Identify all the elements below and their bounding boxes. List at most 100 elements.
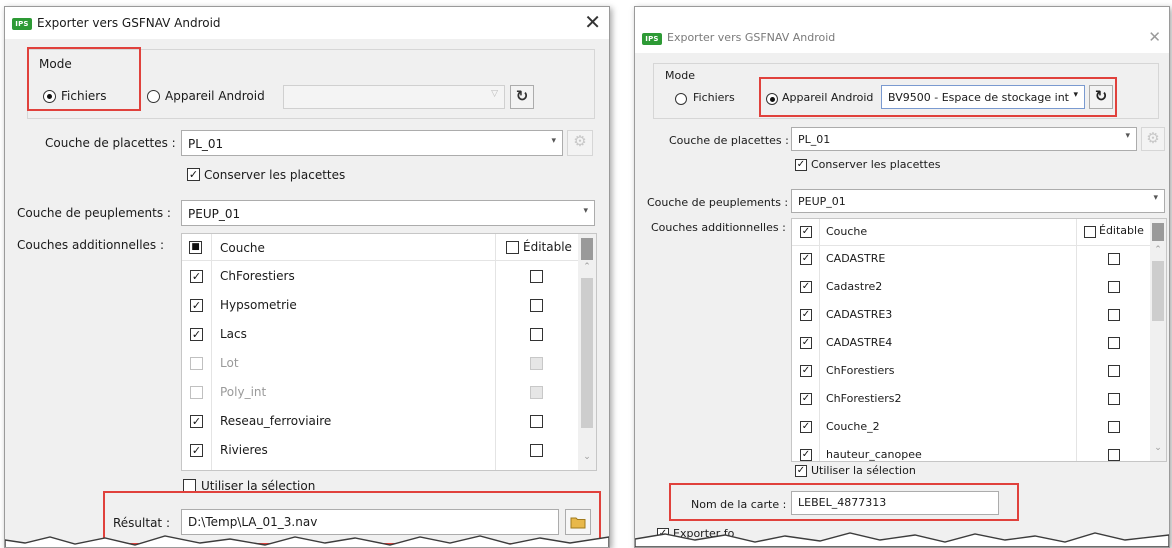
android-radio[interactable] bbox=[766, 93, 778, 105]
map-name-value: LEBEL_4877313 bbox=[798, 496, 887, 509]
placettes-select[interactable]: PL_01 ▾ bbox=[181, 130, 563, 156]
scroll-down-icon[interactable]: ⌄ bbox=[1150, 443, 1166, 453]
files-radio-label[interactable]: Fichiers bbox=[693, 91, 735, 104]
row-checkbox[interactable]: ✓ bbox=[800, 337, 812, 349]
row-checkbox[interactable]: ✓ bbox=[190, 299, 203, 312]
table-row[interactable]: ✓ ChForestiers bbox=[182, 262, 576, 290]
table-row[interactable]: ✓ CADASTRE bbox=[792, 245, 1148, 273]
vertical-scrollbar[interactable]: ⌃ ⌄ bbox=[1150, 219, 1166, 461]
scroll-down-icon[interactable]: ⌄ bbox=[578, 452, 596, 462]
result-path-input[interactable]: D:\Temp\LA_01_3.nav bbox=[181, 509, 559, 535]
row-editable-checkbox[interactable] bbox=[1108, 337, 1120, 349]
keep-placettes-label[interactable]: Conserver les placettes bbox=[811, 158, 940, 171]
map-name-input[interactable]: LEBEL_4877313 bbox=[791, 491, 999, 515]
close-icon[interactable]: ✕ bbox=[584, 11, 601, 33]
peuplements-select[interactable]: PEUP_01 ▾ bbox=[791, 189, 1165, 213]
row-checkbox[interactable]: ✓ bbox=[800, 253, 812, 265]
device-select[interactable]: ▽ bbox=[283, 85, 505, 109]
column-header-layer[interactable]: Couche bbox=[220, 241, 265, 255]
refresh-button[interactable]: ↻ bbox=[1089, 85, 1113, 109]
table-row[interactable]: ✓ hauteur_canopee bbox=[792, 441, 1148, 461]
map-name-label: Nom de la carte : bbox=[691, 498, 787, 511]
row-checkbox[interactable]: ✓ bbox=[800, 393, 812, 405]
row-checkbox[interactable]: ✓ bbox=[190, 270, 203, 283]
title-bar-bg bbox=[635, 7, 1169, 53]
scrollbar-thumb[interactable] bbox=[1152, 223, 1164, 241]
row-editable-checkbox[interactable] bbox=[530, 328, 543, 341]
row-checkbox[interactable] bbox=[190, 386, 203, 399]
table-row[interactable]: ✓ Rivieres bbox=[182, 436, 576, 464]
row-editable-checkbox[interactable] bbox=[1108, 309, 1120, 321]
table-row[interactable]: ✓ Couche_2 bbox=[792, 413, 1148, 441]
row-editable-checkbox[interactable] bbox=[530, 270, 543, 283]
refresh-button[interactable]: ↻ bbox=[510, 85, 534, 109]
row-checkbox[interactable]: ✓ bbox=[800, 365, 812, 377]
additional-layers-label: Couches additionnelles : bbox=[17, 238, 165, 252]
layer-settings-button[interactable]: ⚙ bbox=[567, 130, 593, 156]
layer-settings-button[interactable]: ⚙ bbox=[1141, 127, 1165, 151]
row-editable-checkbox[interactable] bbox=[1108, 449, 1120, 461]
close-icon[interactable]: ✕ bbox=[1148, 28, 1161, 46]
row-editable-checkbox[interactable] bbox=[530, 357, 543, 370]
files-radio[interactable] bbox=[43, 90, 56, 103]
table-row[interactable]: ✓ Cadastre2 bbox=[792, 273, 1148, 301]
scrollbar-thumb[interactable] bbox=[1152, 261, 1164, 321]
row-editable-checkbox[interactable] bbox=[1108, 281, 1120, 293]
placettes-select[interactable]: PL_01 ▾ bbox=[791, 127, 1137, 151]
table-row[interactable]: Lot bbox=[182, 349, 576, 377]
use-selection-checkbox[interactable]: ✓ bbox=[795, 465, 807, 477]
browse-folder-button[interactable] bbox=[565, 509, 591, 535]
editable-all-checkbox[interactable] bbox=[1084, 226, 1096, 238]
use-selection-label[interactable]: Utiliser la sélection bbox=[811, 464, 916, 477]
table-row[interactable]: ✓ Hypsometrie bbox=[182, 291, 576, 319]
peuplements-select[interactable]: PEUP_01 ▾ bbox=[181, 200, 595, 226]
table-row[interactable]: ✓ CADASTRE4 bbox=[792, 329, 1148, 357]
table-row[interactable]: ✓ CADASTRE3 bbox=[792, 301, 1148, 329]
table-row[interactable]: ✓ Reseau_ferroviaire bbox=[182, 407, 576, 435]
table-row[interactable]: ✓ ChForestiers bbox=[792, 357, 1148, 385]
row-checkbox[interactable]: ✓ bbox=[800, 309, 812, 321]
row-editable-checkbox[interactable] bbox=[1108, 421, 1120, 433]
android-radio-label[interactable]: Appareil Android bbox=[165, 89, 265, 103]
column-header-editable[interactable]: Éditable bbox=[1099, 224, 1144, 237]
scroll-up-icon[interactable]: ⌃ bbox=[578, 262, 596, 272]
row-checkbox[interactable]: ✓ bbox=[190, 444, 203, 457]
vertical-scrollbar[interactable]: ⌃ ⌄ bbox=[578, 234, 596, 470]
keep-placettes-checkbox[interactable]: ✓ bbox=[795, 159, 807, 171]
row-checkbox[interactable] bbox=[190, 357, 203, 370]
row-layer-name: Poly_int bbox=[220, 385, 267, 399]
row-checkbox[interactable]: ✓ bbox=[190, 415, 203, 428]
row-editable-checkbox[interactable] bbox=[530, 299, 543, 312]
row-checkbox[interactable]: ✓ bbox=[800, 421, 812, 433]
table-row[interactable]: ✓ ChForestiers2 bbox=[792, 385, 1148, 413]
scrollbar-thumb[interactable] bbox=[581, 238, 593, 260]
use-selection-checkbox[interactable] bbox=[183, 479, 196, 492]
select-all-checkbox[interactable]: ✓ bbox=[800, 226, 812, 238]
keep-placettes-checkbox[interactable]: ✓ bbox=[187, 168, 200, 181]
row-editable-checkbox[interactable] bbox=[1108, 393, 1120, 405]
editable-all-checkbox[interactable] bbox=[506, 241, 519, 254]
android-radio[interactable] bbox=[147, 90, 160, 103]
select-all-checkbox[interactable]: ■ bbox=[189, 241, 202, 254]
column-header-layer[interactable]: Couche bbox=[826, 225, 867, 238]
row-checkbox[interactable]: ✓ bbox=[190, 328, 203, 341]
keep-placettes-label[interactable]: Conserver les placettes bbox=[204, 168, 345, 182]
scroll-up-icon[interactable]: ⌃ bbox=[1150, 245, 1166, 255]
table-row[interactable]: Poly_int bbox=[182, 378, 576, 406]
device-select[interactable]: BV9500 - Espace de stockage int ▾ bbox=[881, 85, 1085, 109]
row-checkbox[interactable]: ✓ bbox=[800, 281, 812, 293]
files-radio[interactable] bbox=[675, 93, 687, 105]
column-header-editable[interactable]: Éditable bbox=[523, 240, 572, 254]
table-row[interactable]: ✓ Lacs bbox=[182, 320, 576, 348]
row-checkbox[interactable]: ✓ bbox=[800, 449, 812, 461]
row-editable-checkbox[interactable] bbox=[530, 444, 543, 457]
use-selection-label[interactable]: Utiliser la sélection bbox=[201, 479, 315, 493]
row-editable-checkbox[interactable] bbox=[1108, 365, 1120, 377]
android-radio-label[interactable]: Appareil Android bbox=[782, 91, 873, 104]
row-layer-name: Cadastre2 bbox=[826, 280, 883, 293]
row-editable-checkbox[interactable] bbox=[1108, 253, 1120, 265]
row-editable-checkbox[interactable] bbox=[530, 386, 543, 399]
files-radio-label[interactable]: Fichiers bbox=[61, 89, 106, 103]
row-editable-checkbox[interactable] bbox=[530, 415, 543, 428]
scrollbar-thumb[interactable] bbox=[581, 278, 593, 428]
